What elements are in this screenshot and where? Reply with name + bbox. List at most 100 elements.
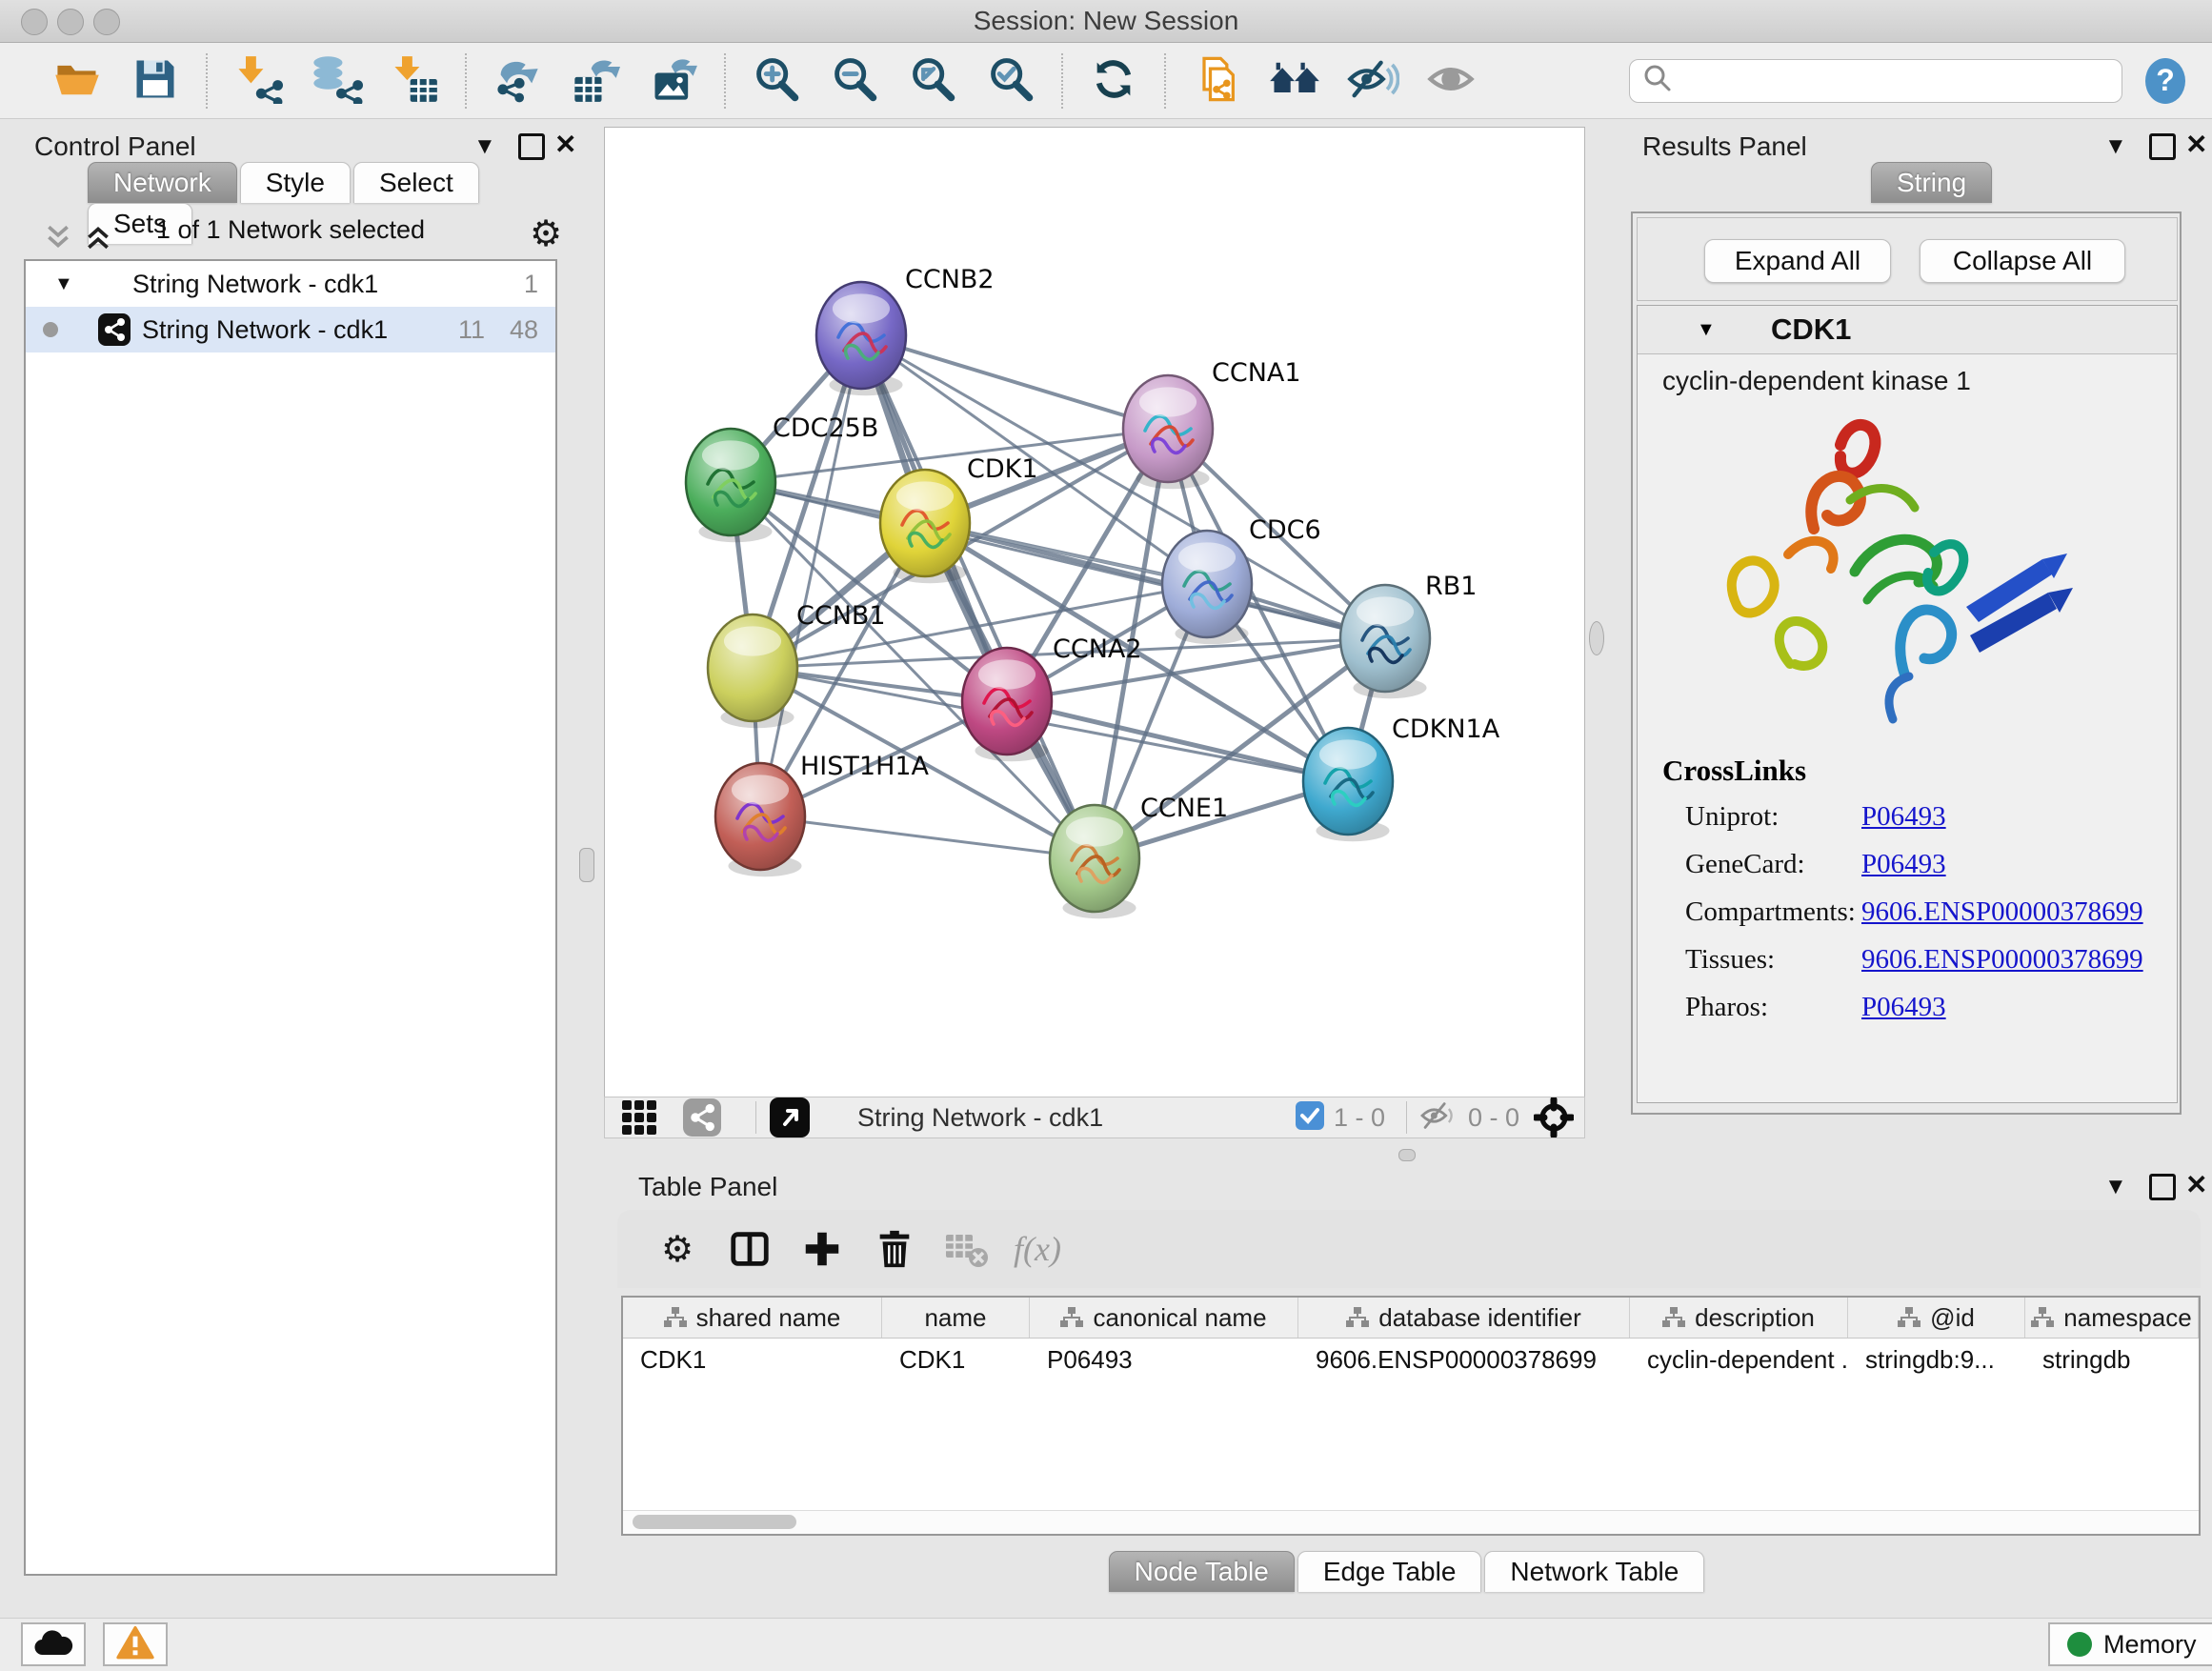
table-panel-float-button[interactable] xyxy=(2149,1174,2176,1205)
table-cell[interactable]: stringdb xyxy=(2025,1339,2199,1380)
gene-expander-icon[interactable]: ▼ xyxy=(1697,306,1716,353)
zoom-fit-button[interactable] xyxy=(908,54,957,108)
open-session-button[interactable] xyxy=(52,54,102,108)
show-columns-button[interactable] xyxy=(724,1222,775,1276)
network-birds-eye-toggle[interactable] xyxy=(681,1091,723,1144)
refresh-view-button[interactable] xyxy=(1089,54,1138,108)
table-options-gear-icon[interactable]: ⚙ xyxy=(652,1222,703,1276)
warnings-button[interactable] xyxy=(103,1622,168,1666)
table-horizontal-scrollbar[interactable] xyxy=(623,1510,2199,1534)
cloud-status-button[interactable] xyxy=(21,1622,86,1666)
network-node-CCNE1[interactable]: CCNE1 xyxy=(1050,794,1228,918)
selected-checkbox-icon[interactable] xyxy=(1296,1101,1324,1135)
network-graph[interactable]: CCNB2CCNA1CDC25BCDK1CDC6RB1CCNB1CCNA2CDK… xyxy=(605,128,1584,1097)
network-options-gear-icon[interactable]: ⚙ xyxy=(530,215,562,252)
export-table-button[interactable] xyxy=(571,54,620,108)
table-panel-close-button[interactable]: ✕ xyxy=(2185,1174,2207,1197)
zoom-selected-button[interactable] xyxy=(986,54,1036,108)
network-edge[interactable] xyxy=(760,816,1095,858)
table-cell[interactable]: cyclin-dependent ... xyxy=(1630,1339,1848,1380)
memory-button[interactable]: Memory xyxy=(2048,1622,2212,1666)
expand-all-button[interactable]: Expand All xyxy=(1704,239,1891,283)
node-label: RB1 xyxy=(1425,572,1477,601)
column-header-label: canonical name xyxy=(1093,1303,1266,1333)
zoom-out-button[interactable] xyxy=(830,54,879,108)
results-panel-float-button[interactable] xyxy=(2149,133,2176,165)
control-panel-menu-caret[interactable]: ▼ xyxy=(473,135,496,158)
export-network-button[interactable] xyxy=(493,54,542,108)
create-column-button[interactable] xyxy=(796,1222,848,1276)
tab-network[interactable]: Network xyxy=(88,162,237,203)
delete-column-button[interactable] xyxy=(869,1222,920,1276)
search-input[interactable] xyxy=(1674,65,2110,96)
tab-edge-table[interactable]: Edge Table xyxy=(1297,1551,1482,1592)
table-row[interactable]: CDK1CDK1P064939606.ENSP00000378699cyclin… xyxy=(623,1339,2199,1380)
network-row[interactable]: String Network - cdk1 11 48 xyxy=(26,307,555,352)
collapse-all-button[interactable]: Collapse All xyxy=(1920,239,2125,283)
network-node-RB1[interactable]: RB1 xyxy=(1340,572,1477,698)
tab-string[interactable]: String xyxy=(1871,162,1992,203)
network-collection-row[interactable]: ▼ String Network - cdk1 1 xyxy=(26,261,555,307)
annotation-document-button[interactable] xyxy=(1192,54,1241,108)
export-image-button[interactable] xyxy=(649,54,698,108)
grid-view-button[interactable] xyxy=(618,1091,660,1144)
help-button[interactable]: ? xyxy=(2142,57,2189,105)
table-cell[interactable]: 9606.ENSP00000378699 xyxy=(1298,1339,1630,1380)
column-header-@id[interactable]: @id xyxy=(1848,1298,2025,1338)
save-session-button[interactable] xyxy=(131,54,180,108)
gene-symbol: CDK1 xyxy=(1771,312,1851,346)
network-edge[interactable] xyxy=(1007,701,1348,781)
results-panel-menu-caret[interactable]: ▼ xyxy=(2104,135,2127,158)
function-builder-button[interactable]: f(x) xyxy=(1014,1229,1061,1269)
right-splitter-handle[interactable] xyxy=(1589,621,1604,655)
crosslink-value-link[interactable]: P06493 xyxy=(1861,992,1946,1023)
delete-table-button[interactable] xyxy=(941,1222,993,1276)
network-node-CDC6[interactable]: CDC6 xyxy=(1162,515,1321,644)
column-header-name[interactable]: name xyxy=(882,1298,1030,1338)
control-panel-float-button[interactable] xyxy=(518,133,545,165)
hide-selected-button[interactable] xyxy=(1348,54,1398,108)
crosslink-value-link[interactable]: P06493 xyxy=(1861,849,1946,880)
network-node-CCNB1[interactable]: CCNB1 xyxy=(708,601,886,728)
crosslink-label: Pharos: xyxy=(1685,992,1861,1023)
import-network-file-button[interactable] xyxy=(233,54,283,108)
table-cell[interactable]: CDK1 xyxy=(882,1339,1030,1380)
table-splitter-handle[interactable] xyxy=(1398,1149,1416,1161)
tab-style[interactable]: Style xyxy=(240,162,351,203)
scrollbar-thumb[interactable] xyxy=(633,1515,796,1529)
left-splitter-handle[interactable] xyxy=(579,848,594,882)
gene-header[interactable]: ▼ CDK1 xyxy=(1638,306,2177,354)
column-header-database-identifier[interactable]: database identifier xyxy=(1298,1298,1630,1338)
birds-eye-crosshair-button[interactable] xyxy=(1529,1091,1579,1144)
crosslink-value-link[interactable]: 9606.ENSP00000378699 xyxy=(1861,896,2143,928)
network-node-CCNB2[interactable]: CCNB2 xyxy=(816,265,995,395)
column-header-shared-name[interactable]: shared name xyxy=(623,1298,882,1338)
column-header-canonical-name[interactable]: canonical name xyxy=(1030,1298,1298,1338)
table-cell[interactable]: CDK1 xyxy=(623,1339,882,1380)
network-canvas[interactable]: CCNB2CCNA1CDC25BCDK1CDC6RB1CCNB1CCNA2CDK… xyxy=(604,127,1585,1097)
import-table-file-button[interactable] xyxy=(390,54,439,108)
network-edge[interactable] xyxy=(861,335,1168,429)
crosslink-value-link[interactable]: P06493 xyxy=(1861,801,1946,833)
network-node-CDKN1A[interactable]: CDKN1A xyxy=(1303,715,1500,841)
tab-select[interactable]: Select xyxy=(353,162,479,203)
zoom-in-button[interactable] xyxy=(752,54,801,108)
results-panel-close-button[interactable]: ✕ xyxy=(2185,133,2207,156)
tab-network-table[interactable]: Network Table xyxy=(1484,1551,1704,1592)
table-panel-menu-caret[interactable]: ▼ xyxy=(2104,1176,2127,1198)
column-header-description[interactable]: description xyxy=(1630,1298,1848,1338)
tab-node-table[interactable]: Node Table xyxy=(1109,1551,1295,1592)
collection-expander-icon[interactable]: ▼ xyxy=(54,261,73,307)
network-node-HIST1H1A[interactable]: HIST1H1A xyxy=(715,752,930,876)
node-label: CDK1 xyxy=(967,454,1038,484)
first-neighbors-button[interactable] xyxy=(1270,54,1319,108)
column-header-namespace[interactable]: namespace xyxy=(2025,1298,2199,1338)
show-hidden-button[interactable] xyxy=(1426,54,1476,108)
table-cell[interactable]: P06493 xyxy=(1030,1339,1298,1380)
import-network-from-database-button[interactable] xyxy=(312,54,361,108)
control-panel-close-button[interactable]: ✕ xyxy=(554,133,576,156)
crosslink-value-link[interactable]: 9606.ENSP00000378699 xyxy=(1861,944,2143,976)
table-cell[interactable]: stringdb:9... xyxy=(1848,1339,2025,1380)
detach-view-button[interactable] xyxy=(768,1091,812,1144)
table-toolbar: ⚙ f(x) xyxy=(617,1210,2201,1288)
